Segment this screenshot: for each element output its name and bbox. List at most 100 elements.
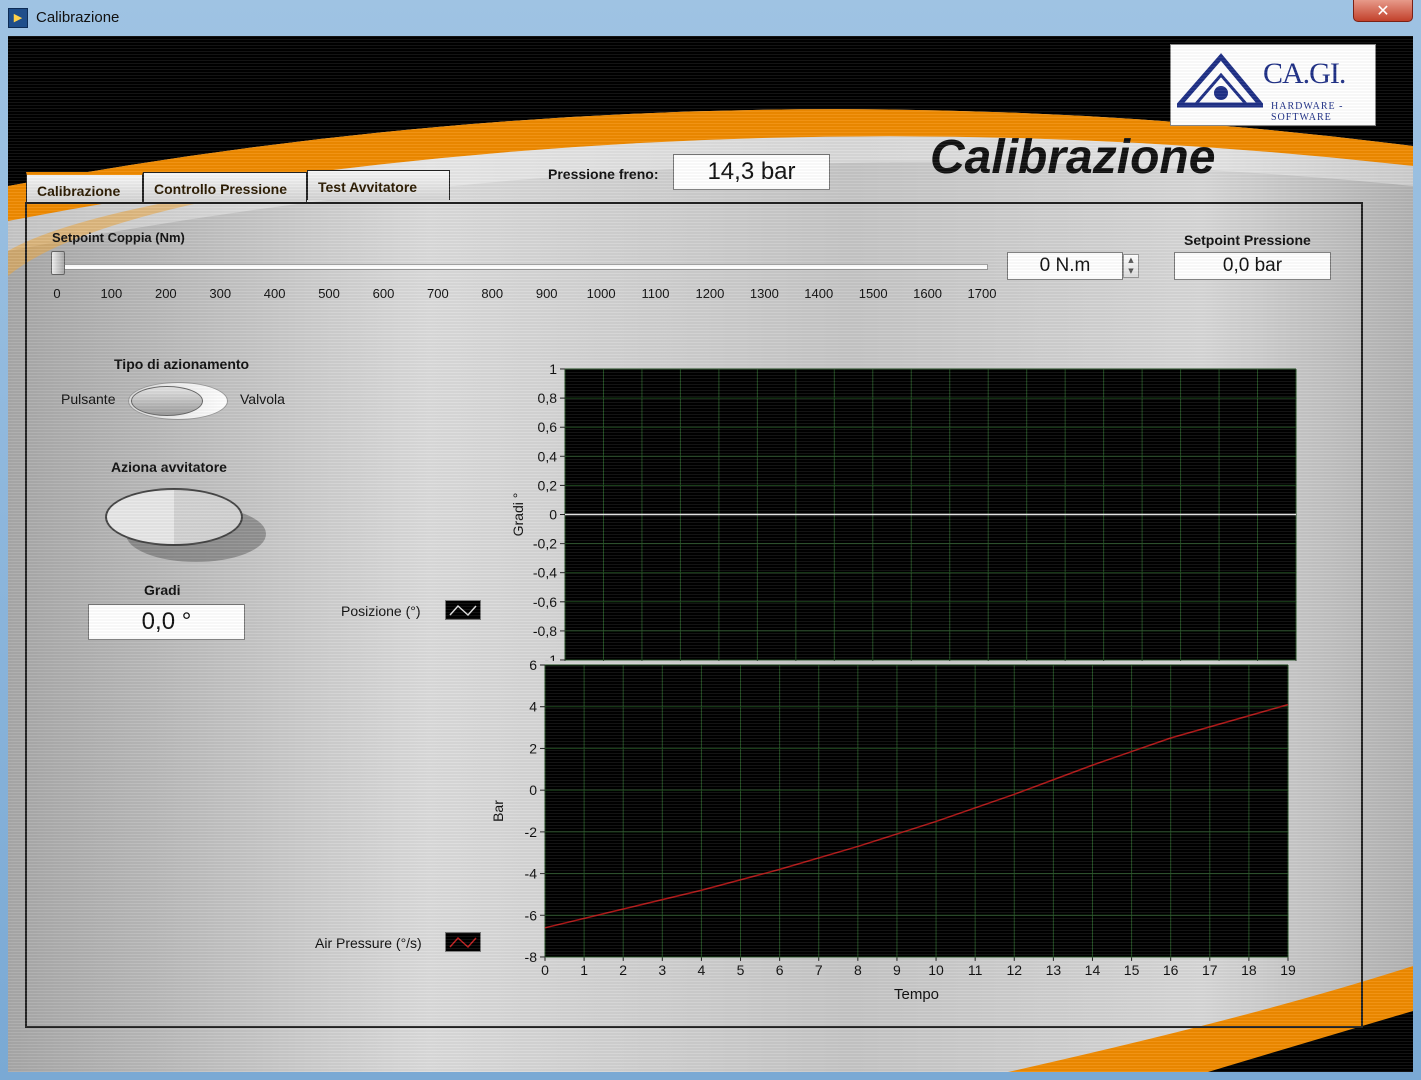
gradi-chart-y-tick-label: -0,2 [533, 536, 557, 552]
pressure-setpoint-label: Setpoint Pressione [1184, 232, 1311, 248]
torque-scale-tick: 600 [372, 286, 395, 301]
gradi-chart-y-tick-label: 0 [549, 507, 557, 523]
torque-scale-tick: 1400 [804, 286, 834, 301]
torque-value-field[interactable]: 0 N.m [1007, 252, 1123, 280]
pressure-chart-x-tick-label: 15 [1124, 962, 1140, 978]
application-window: ▶ Calibrazione ✕ CA.GI. HARDWARE - SOFTW… [0, 0, 1421, 1080]
line-plot-icon [449, 604, 477, 617]
torque-scale-tick: 100 [100, 286, 123, 301]
pressure-chart-x-tick-label: 1 [580, 962, 588, 978]
pressure-chart-x-tick-label: 17 [1202, 962, 1218, 978]
torque-scale-tick: 800 [481, 286, 504, 301]
title-bar: ▶ Calibrazione ✕ [0, 0, 1421, 36]
torque-scale-tick: 1100 [641, 286, 670, 301]
pressure-chart-x-tick-label: 7 [815, 962, 823, 978]
pressure-chart-x-tick-label: 9 [893, 962, 901, 978]
pressure-chart-x-tick-label: 12 [1006, 962, 1022, 978]
gradi-chart-y-axis-label: Gradi ° [510, 493, 526, 537]
window-title: Calibrazione [36, 9, 120, 26]
actuation-toggle-knob[interactable] [131, 386, 203, 416]
pressure-chart-x-tick-label: 2 [619, 962, 627, 978]
tab-test-avvitatore[interactable]: Test Avvitatore [307, 170, 450, 200]
logo-tagline: HARDWARE - SOFTWARE [1271, 101, 1344, 123]
tab-calibrazione[interactable]: Calibrazione [26, 172, 143, 202]
pressure-chart-y-tick-label: -4 [525, 866, 538, 882]
gradi-chart-y-tick-label: -0,4 [533, 565, 557, 581]
close-button[interactable]: ✕ [1353, 0, 1413, 22]
pressure-chart-x-tick-label: 14 [1085, 962, 1101, 978]
pressure-chart-x-tick-label: 18 [1241, 962, 1257, 978]
pressure-chart-x-tick-label: 5 [737, 962, 745, 978]
torque-scale-tick: 200 [154, 286, 177, 301]
torque-scale-tick: 700 [427, 286, 449, 301]
torque-slider-thumb[interactable] [51, 251, 65, 275]
pressure-chart-plot-area [545, 665, 1288, 957]
pressure-chart-x-tick-label: 0 [541, 962, 549, 978]
torque-slider-track[interactable] [56, 264, 988, 270]
chart2-legend-label: Air Pressure (°/s) [315, 935, 422, 951]
gradi-chart-y-tick-label: 0,6 [538, 419, 558, 435]
pressure-setpoint-field[interactable]: 0,0 bar [1174, 252, 1331, 280]
pressure-chart-x-tick-label: 16 [1163, 962, 1179, 978]
pressure-chart-x-tick-label: 11 [968, 962, 983, 978]
spin-down-icon[interactable]: ▼ [1124, 266, 1138, 277]
pressure-chart-x-tick-label: 4 [698, 962, 706, 978]
torque-scale-tick: 1000 [586, 286, 616, 301]
actuation-toggle-switch[interactable] [128, 382, 228, 420]
torque-scale-tick: 1300 [749, 286, 779, 301]
torque-setpoint-label: Setpoint Coppia (Nm) [52, 230, 185, 245]
pressure-chart-y-tick-label: 0 [529, 782, 537, 798]
actuation-left-label: Pulsante [61, 391, 116, 407]
degrees-label: Gradi [144, 582, 181, 598]
pressure-chart: 0 1 2 3 4 5 6 7 8 9 10 11 12 13 14 15 16 17 18 196420-2-4-6… [490, 657, 1296, 1003]
spin-up-icon[interactable]: ▲ [1124, 255, 1138, 266]
degrees-display: 0,0 ° [88, 604, 245, 640]
chart1-legend-swatch[interactable] [445, 600, 481, 620]
torque-scale-tick: 500 [318, 286, 340, 301]
pressure-chart-x-tick-label: 3 [658, 962, 666, 978]
logo-triangle-icon [1177, 53, 1263, 108]
actuation-right-label: Valvola [240, 391, 285, 407]
front-panel: CA.GI. HARDWARE - SOFTWARE Calibrazione … [8, 36, 1413, 1072]
pressure-chart-x-axis-label: Tempo [894, 986, 939, 1003]
pressure-chart-y-axis-label: Bar [490, 800, 506, 822]
torque-scale-tick: 400 [263, 286, 286, 301]
gradi-chart-y-tick-label: 1 [549, 361, 557, 377]
brake-pressure-label: Pressione freno: [548, 166, 659, 182]
pressure-chart-y-tick-label: -8 [525, 949, 538, 965]
page-title: Calibrazione [930, 131, 1216, 184]
pressure-chart-y-tick-label: 6 [529, 657, 537, 673]
chart2-legend-swatch[interactable] [445, 932, 481, 952]
torque-scale-tick: 0 [53, 286, 61, 301]
tab-controllo-pressione[interactable]: Controllo Pressione [143, 172, 307, 202]
torque-scale-tick: 1700 [967, 286, 997, 301]
screwdriver-button[interactable] [105, 488, 243, 546]
logo-name: CA.GI. [1263, 57, 1346, 90]
gradi-chart-y-tick-label: -0,6 [533, 594, 557, 610]
actuation-type-label: Tipo di azionamento [114, 356, 250, 372]
pressure-chart-x-tick-label: 8 [854, 962, 862, 978]
cagi-logo: CA.GI. HARDWARE - SOFTWARE [1170, 44, 1376, 126]
brake-pressure-display: 14,3 bar [673, 154, 830, 190]
torque-spinner[interactable]: ▲ ▼ [1123, 254, 1139, 278]
line-plot-icon [449, 936, 477, 949]
pressure-chart-y-tick-label: 2 [529, 740, 537, 756]
torque-scale-tick: 1600 [913, 286, 943, 301]
screwdriver-label: Aziona avvitatore [111, 459, 227, 475]
pressure-chart-y-tick-label: -2 [525, 824, 538, 840]
gradi-chart: 01234567891011121314151617181910,80,60,4… [510, 361, 1297, 661]
pressure-chart-y-tick-label: 4 [529, 699, 537, 715]
pressure-chart-x-tick-label: 10 [928, 962, 944, 978]
pressure-chart-y-tick-label: -6 [525, 907, 538, 923]
pressure-chart-x-tick-label: 13 [1046, 962, 1062, 978]
torque-scale-tick: 900 [535, 286, 558, 301]
torque-scale-tick: 1200 [695, 286, 725, 301]
gradi-chart-y-tick-label: 0,8 [538, 390, 558, 406]
torque-scale-tick: 300 [209, 286, 232, 301]
gradi-chart-y-tick-label: -0,8 [533, 623, 557, 639]
gradi-chart-y-tick-label: 0,4 [538, 448, 558, 464]
torque-scale-tick: 1500 [858, 286, 888, 301]
pressure-chart-x-tick-label: 6 [776, 962, 784, 978]
gradi-chart-y-tick-label: 0,2 [538, 477, 558, 493]
chart1-legend-label: Posizione (°) [341, 603, 421, 619]
